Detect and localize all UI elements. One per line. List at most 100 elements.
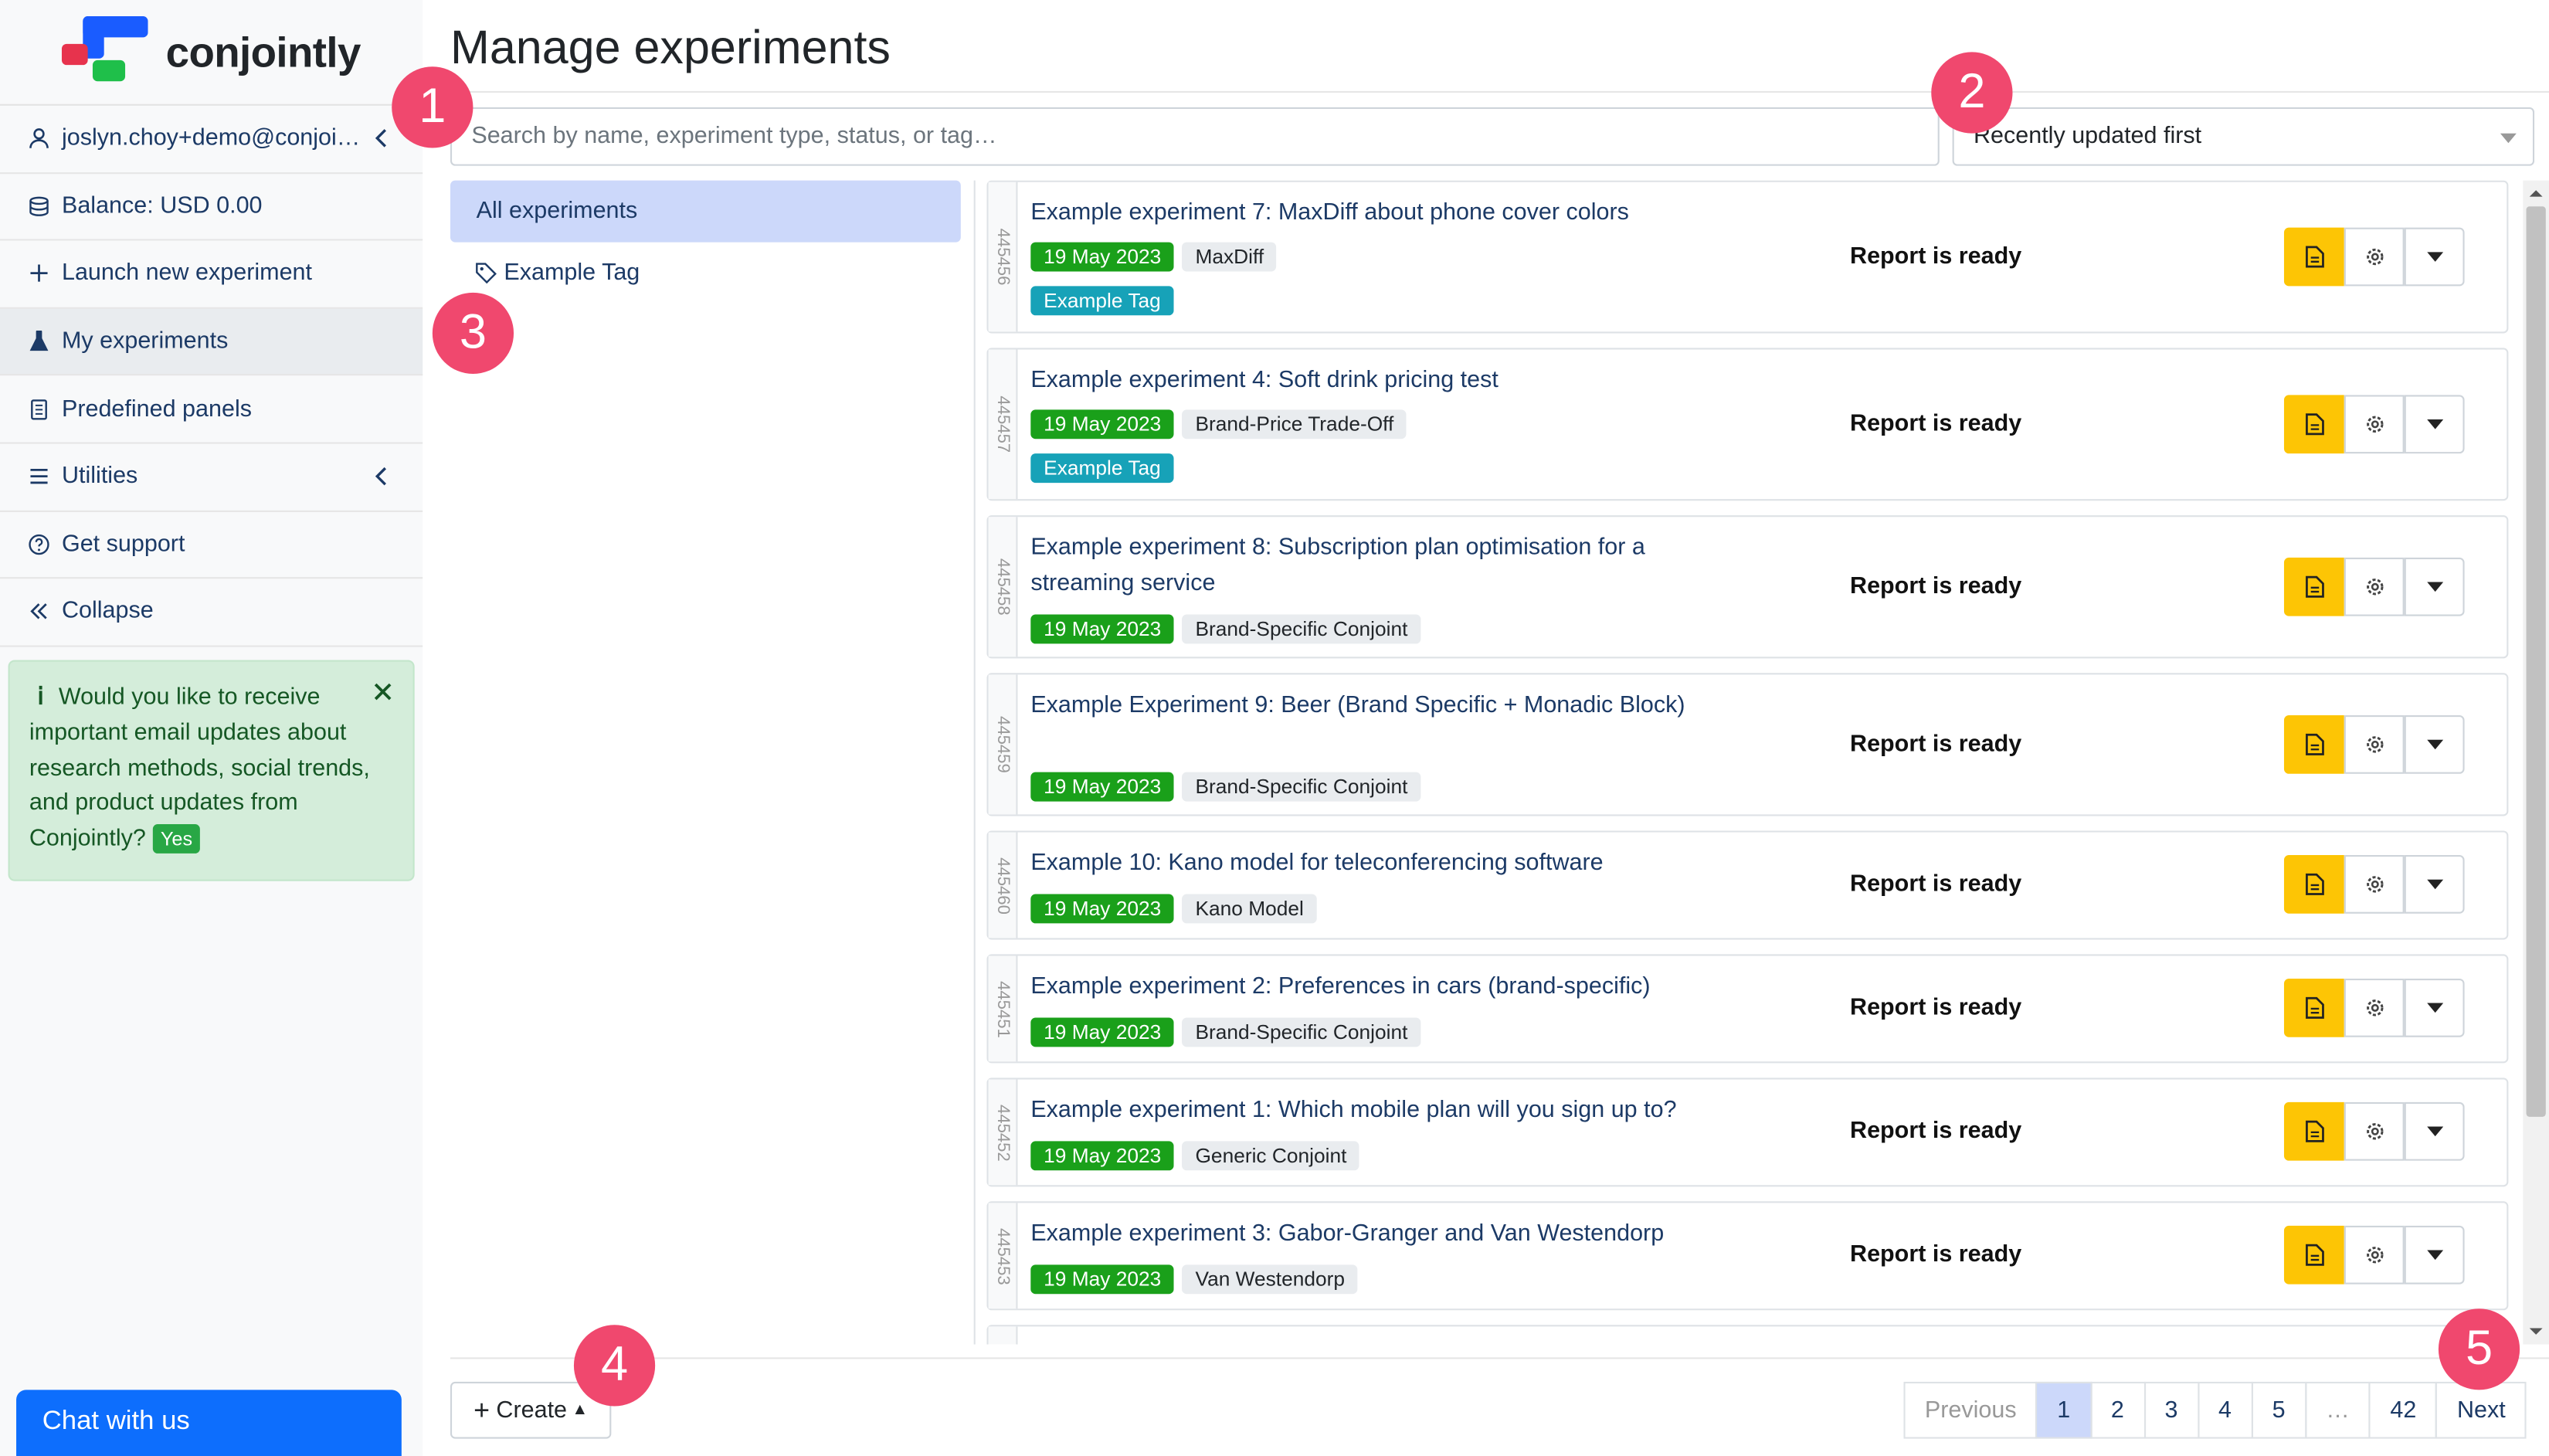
scrollbar-thumb[interactable] — [2526, 206, 2546, 1117]
sidebar-item-my-experiments[interactable]: My experiments — [0, 308, 423, 376]
close-icon[interactable] — [374, 683, 392, 701]
sidebar-item-label: Utilities — [61, 463, 138, 490]
settings-button[interactable] — [2344, 715, 2405, 774]
callout-marker-4: 4 — [573, 1325, 656, 1407]
experiment-name-link[interactable]: Example 10: Kano model for teleconferenc… — [1030, 845, 1713, 881]
search-placeholder: Search by name, experiment type, status,… — [471, 123, 997, 150]
file-icon — [2305, 873, 2323, 895]
status-text: Report is ready — [1850, 411, 2022, 438]
callout-marker-3: 3 — [432, 292, 514, 375]
pagination-page[interactable]: 1 — [2035, 1381, 2092, 1439]
file-icon — [2305, 575, 2323, 598]
pagination-previous[interactable]: Previous — [1903, 1381, 2038, 1439]
pagination-page[interactable]: 42 — [2369, 1381, 2438, 1439]
scroll-down-icon[interactable] — [2523, 1322, 2549, 1341]
sidebar-item-predefined-panels[interactable]: Predefined panels — [0, 376, 423, 444]
settings-button[interactable] — [2344, 1225, 2405, 1285]
experiment-id-strip — [988, 1326, 1018, 1345]
user-email: joslyn.choy+demo@conjoi… — [61, 125, 361, 152]
tag-filter-example[interactable]: Example Tag — [475, 260, 640, 287]
experiment-name-link[interactable]: Example experiment 3: Gabor-Granger and … — [1030, 1216, 1713, 1251]
more-actions-button[interactable] — [2404, 1101, 2465, 1161]
more-actions-button[interactable] — [2404, 715, 2465, 774]
report-button[interactable] — [2283, 855, 2344, 914]
sidebar-item-label: My experiments — [61, 328, 229, 355]
settings-button[interactable] — [2344, 855, 2405, 914]
experiment-name-link[interactable]: Example experiment 1: Which mobile plan … — [1030, 1092, 1713, 1128]
report-button[interactable] — [2283, 395, 2344, 454]
file-icon — [2305, 246, 2323, 268]
type-badge: Generic Conjoint — [1182, 1141, 1360, 1171]
experiment-name-link[interactable]: Example experiment 4: Soft drink pricing… — [1030, 362, 1713, 398]
more-actions-button[interactable] — [2404, 227, 2465, 287]
conjointly-logo-icon — [61, 16, 150, 88]
tag-filter-all[interactable]: All experiments — [450, 180, 961, 243]
type-badge: Brand-Price Trade-Off — [1182, 409, 1407, 440]
sort-value: Recently updated first — [1973, 123, 2202, 150]
search-input[interactable]: Search by name, experiment type, status,… — [450, 107, 1940, 166]
status-text: Report is ready — [1850, 1241, 2022, 1268]
experiment-name-link[interactable]: Example experiment 2: Preferences in car… — [1030, 969, 1713, 1004]
yes-button[interactable]: Yes — [152, 824, 201, 854]
scroll-up-icon[interactable] — [2523, 184, 2549, 203]
tag-label: Example Tag — [504, 260, 640, 287]
callout-marker-1: 1 — [392, 66, 473, 148]
date-badge: 19 May 2023 — [1030, 614, 1175, 644]
gear-icon — [2366, 248, 2383, 266]
more-actions-button[interactable] — [2404, 978, 2465, 1037]
experiment-id: 445451 — [993, 980, 1013, 1037]
more-actions-button[interactable] — [2404, 1225, 2465, 1285]
experiment-name-link[interactable]: Example Experiment 9: Beer (Brand Specif… — [1030, 687, 1713, 723]
chat-button[interactable]: Chat with us — [16, 1390, 402, 1456]
more-actions-button[interactable] — [2404, 557, 2465, 616]
sidebar-item-balance[interactable]: Balance: USD 0.00 — [0, 173, 423, 241]
experiment-name-link[interactable]: Example experiment 8: Subscription plan … — [1030, 530, 1713, 602]
experiment-card: 445459 Example Experiment 9: Beer (Brand… — [986, 673, 2509, 816]
experiment-id: 445459 — [993, 716, 1013, 773]
divider — [450, 90, 2549, 93]
date-badge: 19 May 2023 — [1030, 1017, 1175, 1047]
more-actions-button[interactable] — [2404, 855, 2465, 914]
pagination-page[interactable]: 3 — [2143, 1381, 2199, 1439]
report-button[interactable] — [2283, 1101, 2344, 1161]
report-button[interactable] — [2283, 978, 2344, 1037]
report-button[interactable] — [2283, 557, 2344, 616]
more-actions-button[interactable] — [2404, 395, 2465, 454]
settings-button[interactable] — [2344, 1101, 2405, 1161]
file-icon — [2305, 733, 2323, 755]
settings-button[interactable] — [2344, 557, 2405, 616]
email-updates-notice: ⅰ Would you like to receive important em… — [8, 660, 415, 881]
report-button[interactable] — [2283, 715, 2344, 774]
sidebar-item-utilities[interactable]: Utilities — [0, 443, 423, 512]
coins-icon — [29, 196, 49, 216]
type-badge: Brand-Specific Conjoint — [1182, 1017, 1421, 1047]
pagination-page[interactable]: 4 — [2197, 1381, 2253, 1439]
sidebar-item-get-support[interactable]: Get support — [0, 511, 423, 579]
experiment-id-strip: 445456 — [988, 182, 1018, 332]
settings-button[interactable] — [2344, 978, 2405, 1037]
sidebar-item-collapse[interactable]: Collapse — [0, 579, 423, 647]
experiment-name-link[interactable]: Example experiment 7: MaxDiff about phon… — [1030, 195, 1713, 231]
experiment-id-strip: 445459 — [988, 674, 1018, 815]
report-button[interactable] — [2283, 1225, 2344, 1285]
caret-down-icon — [2426, 252, 2443, 262]
sidebar-item-label: Launch new experiment — [61, 260, 313, 287]
caret-down-icon — [2426, 1126, 2443, 1137]
pagination-next[interactable]: Next — [2435, 1381, 2527, 1439]
pagination-page[interactable]: 2 — [2089, 1381, 2146, 1439]
experiment-id: 445457 — [993, 395, 1013, 453]
settings-button[interactable] — [2344, 227, 2405, 287]
user-account-menu[interactable]: joslyn.choy+demo@conjoi… — [0, 106, 423, 174]
report-button[interactable] — [2283, 227, 2344, 287]
caret-up-icon: ▲ — [572, 1401, 589, 1420]
scrollbar[interactable] — [2523, 180, 2549, 1345]
pagination-page[interactable]: 5 — [2251, 1381, 2307, 1439]
settings-button[interactable] — [2344, 395, 2405, 454]
tag-badge[interactable]: Example Tag — [1030, 453, 1174, 484]
sidebar-item-launch[interactable]: Launch new experiment — [0, 241, 423, 309]
tag-badge[interactable]: Example Tag — [1030, 286, 1174, 316]
chevron-left-icon — [375, 467, 386, 486]
brand-logo[interactable]: conjointly — [0, 0, 423, 104]
experiment-card: 445456 Example experiment 7: MaxDiff abo… — [986, 180, 2509, 334]
sort-select[interactable]: Recently updated first — [1952, 107, 2535, 166]
